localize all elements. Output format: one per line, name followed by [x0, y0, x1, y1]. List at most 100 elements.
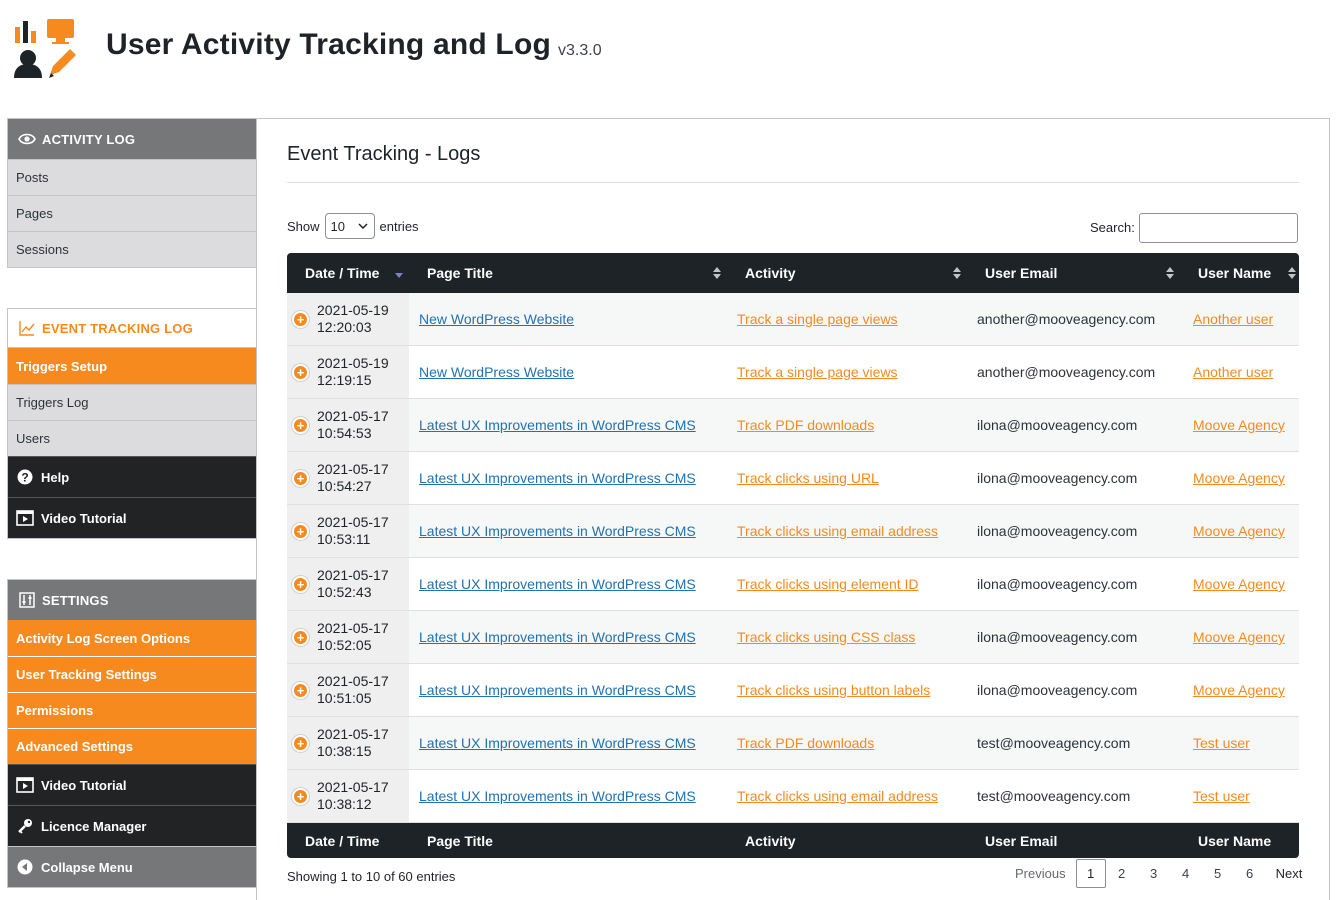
collapse-menu-label: Collapse Menu [41, 859, 133, 875]
activity-link[interactable]: Track clicks using element ID [737, 576, 919, 592]
help-label: Help [41, 469, 70, 485]
user-email: ilona@mooveagency.com [977, 629, 1138, 645]
user-name-link[interactable]: Moove Agency [1193, 576, 1285, 592]
page-title-link[interactable]: Latest UX Improvements in WordPress CMS [419, 682, 696, 698]
expand-icon[interactable]: + [292, 682, 309, 699]
cell-date: 2021-05-17 [317, 726, 389, 742]
column-header-email-label: User Email [985, 265, 1058, 281]
activity-link[interactable]: Track clicks using CSS class [737, 629, 915, 645]
page-title-link[interactable]: New WordPress Website [419, 311, 574, 327]
activity-link[interactable]: Track clicks using button labels [737, 682, 930, 698]
sidebar-item-triggers-log[interactable]: Triggers Log [8, 384, 257, 420]
sidebar-item-users[interactable]: Users [8, 420, 257, 456]
cell-time: 10:38:12 [317, 796, 372, 812]
sidebar-item-triggers-setup[interactable]: Triggers Setup [8, 348, 257, 384]
video-tutorial-label: Video Tutorial [41, 510, 127, 526]
activity-log-heading[interactable]: ACTIVITY LOG [8, 119, 257, 159]
activity-link[interactable]: Track a single page views [737, 311, 898, 327]
sidebar-item-user-tracking-settings[interactable]: User Tracking Settings [8, 656, 257, 692]
user-name-link[interactable]: Another user [1193, 311, 1273, 327]
sidebar-item-screen-options[interactable]: Activity Log Screen Options [8, 620, 257, 656]
expand-icon[interactable]: + [292, 311, 309, 328]
page-title-link[interactable]: New WordPress Website [419, 364, 574, 380]
pagination-page-4[interactable]: 4 [1170, 859, 1202, 888]
user-name-link[interactable]: Test user [1193, 788, 1250, 804]
pagination-page-6[interactable]: 6 [1234, 859, 1266, 888]
pagination-previous[interactable]: Previous [1005, 859, 1076, 888]
user-name-link[interactable]: Moove Agency [1193, 629, 1285, 645]
expand-icon[interactable]: + [292, 417, 309, 434]
sidebar-item-collapse-menu[interactable]: Collapse Menu [8, 846, 257, 887]
cell-page-title: New WordPress Website [409, 293, 727, 345]
cell-email: another@mooveagency.com [967, 293, 1180, 345]
page-title-link[interactable]: Latest UX Improvements in WordPress CMS [419, 788, 696, 804]
sidebar-item-video-tutorial-2[interactable]: Video Tutorial [8, 764, 257, 805]
settings-group: SETTINGS Activity Log Screen Options Use… [7, 579, 257, 888]
user-name-link[interactable]: Moove Agency [1193, 417, 1285, 433]
activity-link[interactable]: Track clicks using email address [737, 788, 938, 804]
expand-icon[interactable]: + [292, 364, 309, 381]
column-header-email[interactable]: User Email [967, 253, 1180, 293]
expand-icon[interactable]: + [292, 523, 309, 540]
column-header-user-name[interactable]: User Name [1180, 253, 1299, 293]
sidebar-item-advanced-settings[interactable]: Advanced Settings [8, 728, 257, 764]
expand-icon[interactable]: + [292, 470, 309, 487]
column-header-page-title-label: Page Title [427, 265, 493, 281]
activity-link[interactable]: Track clicks using email address [737, 523, 938, 539]
table-info: Showing 1 to 10 of 60 entries [287, 869, 456, 884]
sidebar-item-licence-manager[interactable]: Licence Manager [8, 805, 257, 846]
sidebar-item-video-tutorial[interactable]: Video Tutorial [8, 497, 257, 538]
pagination-next[interactable]: Next [1266, 859, 1313, 888]
cell-activity: Track clicks using email address [727, 505, 967, 557]
column-header-activity[interactable]: Activity [727, 253, 967, 293]
pagination-page-2[interactable]: 2 [1106, 859, 1138, 888]
user-name-link[interactable]: Moove Agency [1193, 682, 1285, 698]
activity-link[interactable]: Track PDF downloads [737, 735, 874, 751]
expand-icon[interactable]: + [292, 735, 309, 752]
expand-icon[interactable]: + [292, 629, 309, 646]
cell-activity: Track clicks using element ID [727, 558, 967, 610]
page-title-link[interactable]: Latest UX Improvements in WordPress CMS [419, 523, 696, 539]
sidebar-item-posts[interactable]: Posts [8, 159, 257, 195]
event-tracking-heading[interactable]: EVENT TRACKING LOG [8, 308, 257, 348]
cell-user-name: Moove Agency [1180, 399, 1299, 451]
sort-icon [713, 267, 721, 279]
activity-link[interactable]: Track a single page views [737, 364, 898, 380]
activity-link[interactable]: Track clicks using URL [737, 470, 879, 486]
cell-date: 2021-05-19 [317, 302, 389, 318]
settings-heading[interactable]: SETTINGS [8, 580, 257, 620]
column-header-date[interactable]: Date / Time [287, 253, 409, 293]
sidebar-item-help[interactable]: ? Help [8, 456, 257, 497]
pagination-page-3[interactable]: 3 [1138, 859, 1170, 888]
activity-link[interactable]: Track PDF downloads [737, 417, 874, 433]
expand-icon[interactable]: + [292, 576, 309, 593]
cell-time: 10:54:27 [317, 478, 372, 494]
sidebar-item-permissions[interactable]: Permissions [8, 692, 257, 728]
chart-icon [18, 319, 36, 337]
page-title-link[interactable]: Latest UX Improvements in WordPress CMS [419, 629, 696, 645]
user-name-link[interactable]: Test user [1193, 735, 1250, 751]
cell-user-name: Moove Agency [1180, 611, 1299, 663]
page-length-control: Show 10 entries [287, 213, 419, 239]
cell-email: ilona@mooveagency.com [967, 452, 1180, 504]
user-name-link[interactable]: Moove Agency [1193, 523, 1285, 539]
page-title-link[interactable]: Latest UX Improvements in WordPress CMS [419, 576, 696, 592]
pagination-page-5[interactable]: 5 [1202, 859, 1234, 888]
search-input[interactable] [1139, 213, 1298, 243]
cell-date: 2021-05-17 [317, 514, 389, 530]
table-body: +2021-05-19 12:20:03 New WordPress Website… [287, 293, 1299, 823]
page-length-select[interactable]: 10 [324, 213, 375, 239]
pagination-page-1[interactable]: 1 [1075, 859, 1106, 888]
expand-icon[interactable]: + [292, 788, 309, 805]
sidebar-item-sessions[interactable]: Sessions [8, 231, 257, 267]
column-header-page-title[interactable]: Page Title [409, 253, 727, 293]
user-name-link[interactable]: Moove Agency [1193, 470, 1285, 486]
cell-date: 2021-05-17 [317, 567, 389, 583]
sidebar-item-pages[interactable]: Pages [8, 195, 257, 231]
page-title-link[interactable]: Latest UX Improvements in WordPress CMS [419, 470, 696, 486]
page-title-link[interactable]: Latest UX Improvements in WordPress CMS [419, 417, 696, 433]
page-title-link[interactable]: Latest UX Improvements in WordPress CMS [419, 735, 696, 751]
cell-page-title: Latest UX Improvements in WordPress CMS [409, 770, 727, 822]
user-name-link[interactable]: Another user [1193, 364, 1273, 380]
page-title: Event Tracking - Logs [287, 143, 481, 165]
